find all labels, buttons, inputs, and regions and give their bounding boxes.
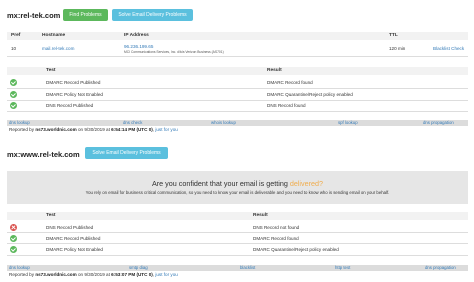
banner-subtext: You rely on email for business critical … bbox=[85, 190, 390, 195]
divider bbox=[7, 88, 468, 89]
mx-ip-link[interactable]: 96.236.199.65 bbox=[124, 44, 153, 49]
error-icon bbox=[10, 224, 17, 231]
report-separator: , bbox=[152, 272, 155, 277]
test-name: DMARC Record Published bbox=[46, 80, 101, 85]
tool-link-blacklist[interactable]: blacklist bbox=[240, 265, 255, 271]
just-for-you-link[interactable]: just for you bbox=[155, 127, 177, 132]
solve-email-problems-button[interactable]: Solve Email Delivery Problems bbox=[85, 147, 168, 159]
banner-question-text: Are you confident that your email is get… bbox=[151, 179, 288, 188]
find-problems-button[interactable]: Find Problems bbox=[63, 9, 108, 21]
report-prefix: Reported by bbox=[9, 127, 35, 132]
deliverability-banner: Are you confident that your email is get… bbox=[7, 171, 468, 204]
divider bbox=[7, 243, 468, 244]
tool-link-dns-check[interactable]: dns check bbox=[123, 120, 142, 126]
check-icon bbox=[10, 79, 17, 86]
mx-ip-org: MCI Communications Services, Inc. d/b/a … bbox=[124, 50, 224, 54]
divider bbox=[7, 100, 468, 101]
col-ttl: TTL bbox=[389, 33, 398, 38]
tests-table-header bbox=[7, 67, 468, 75]
test-result: DMARC Quarantine/Reject policy enabled bbox=[267, 92, 353, 97]
tools-bar: dns lookup dns check whois lookup spf lo… bbox=[7, 120, 468, 126]
tool-link-spf-lookup[interactable]: spf lookup bbox=[338, 120, 358, 126]
blacklist-check-link[interactable]: Blacklist Check bbox=[433, 46, 464, 51]
test-result: DNS Record found bbox=[267, 103, 306, 108]
test-result: DMARC Quarantine/Reject policy enabled bbox=[253, 247, 339, 252]
col-result: Result bbox=[253, 213, 268, 218]
tool-link-smtp-diag[interactable]: smtp diag bbox=[129, 265, 148, 271]
report-server: ns73.worldnic.com bbox=[35, 272, 77, 277]
test-name: DNS Record Published bbox=[46, 225, 94, 230]
report-server: ns73.worldnic.com bbox=[35, 127, 77, 132]
tool-link-dns-lookup[interactable]: dns lookup bbox=[9, 120, 30, 126]
section1-title: mx:rel-tek.com bbox=[7, 11, 61, 20]
col-hostname: Hostname bbox=[42, 33, 66, 38]
test-name: DMARC Policy Not Enabled bbox=[46, 92, 103, 97]
report-separator: , bbox=[152, 127, 155, 132]
col-ip: IP Address bbox=[124, 33, 149, 38]
mx-ttl: 120 min bbox=[389, 46, 406, 51]
tests-table-header bbox=[7, 212, 468, 220]
divider bbox=[7, 255, 468, 256]
tool-link-dns-propagation[interactable]: dns propagation bbox=[423, 120, 454, 126]
test-name: DMARC Policy Not Enabled bbox=[46, 247, 103, 252]
banner-highlight: delivered? bbox=[289, 179, 323, 188]
report-time: 6:53:07 PM (UTC 0) bbox=[111, 272, 153, 277]
tool-link-dns-lookup[interactable]: dns lookup bbox=[9, 265, 30, 271]
report-date: on 9/30/2019 at bbox=[77, 127, 110, 132]
mx-hostname-link[interactable]: mail.rel-tek.com bbox=[42, 46, 74, 51]
col-pref: Pref bbox=[11, 33, 21, 38]
mx-pref: 10 bbox=[11, 46, 17, 51]
test-name: DMARC Record Published bbox=[46, 236, 101, 241]
mx-table-header bbox=[7, 32, 468, 40]
test-result: DNS Record not found bbox=[253, 225, 300, 230]
just-for-you-link[interactable]: just for you bbox=[155, 272, 177, 277]
divider bbox=[7, 111, 468, 112]
check-icon bbox=[10, 246, 17, 253]
check-icon bbox=[10, 235, 17, 242]
section2-title: mx:www.rel-tek.com bbox=[7, 150, 80, 159]
tools-bar: dns lookup smtp diag blacklist http test… bbox=[7, 265, 468, 271]
banner-question: Are you confident that your email is get… bbox=[7, 179, 468, 188]
tool-link-http-test[interactable]: http test bbox=[335, 265, 350, 271]
col-test: Test bbox=[46, 213, 56, 218]
check-icon bbox=[10, 102, 17, 109]
report-date: on 9/30/2019 at bbox=[77, 272, 110, 277]
tool-link-whois-lookup[interactable]: whois lookup bbox=[211, 120, 236, 126]
report-line: Reported by ns73.worldnic.com on 9/30/20… bbox=[9, 272, 178, 277]
solve-email-problems-button[interactable]: Solve Email Delivery Problems bbox=[112, 9, 193, 21]
col-result: Result bbox=[267, 68, 282, 73]
test-name: DNS Record Published bbox=[46, 103, 94, 108]
divider bbox=[7, 56, 468, 57]
check-icon bbox=[10, 91, 17, 98]
report-prefix: Reported by bbox=[9, 272, 35, 277]
test-result: DMARC Record found bbox=[267, 80, 313, 85]
tool-link-dns-propagation[interactable]: dns propagation bbox=[425, 265, 456, 271]
divider bbox=[7, 232, 468, 233]
col-test: Test bbox=[46, 68, 56, 73]
test-result: DMARC Record found bbox=[253, 236, 299, 241]
report-line: Reported by ns73.worldnic.com on 9/30/20… bbox=[9, 127, 178, 132]
report-time: 6:54:14 PM (UTC 0) bbox=[111, 127, 153, 132]
